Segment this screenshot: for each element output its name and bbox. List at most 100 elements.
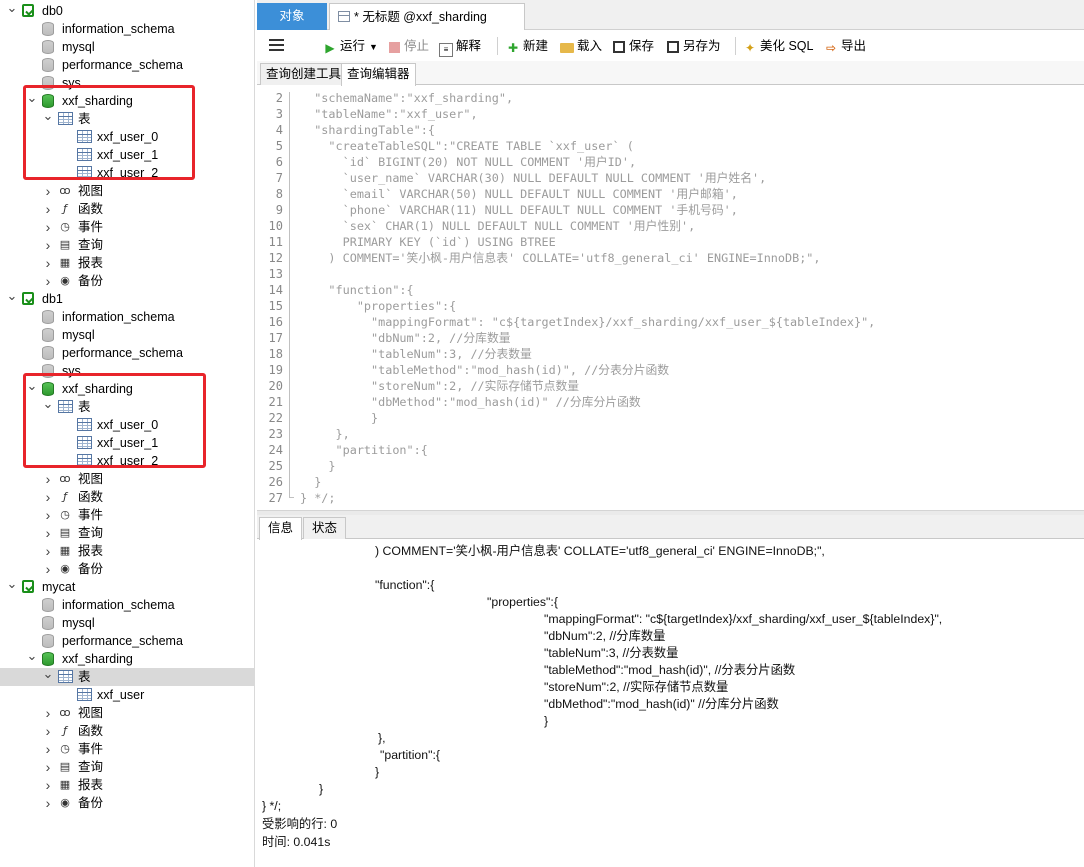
database-mysql[interactable]: mysql <box>0 326 254 344</box>
group-item-label: 查询 <box>78 526 104 540</box>
connection-db0[interactable]: ⌄ db0 <box>0 1 254 20</box>
sql-editor[interactable]: 2 "schemaName":"xxf_sharding", 3 "tableNa… <box>257 86 1084 510</box>
chevron-right-icon[interactable]: › <box>42 560 54 578</box>
database-information_schema[interactable]: information_schema <box>0 20 254 38</box>
chevron-right-icon[interactable]: › <box>42 704 54 722</box>
group-item-label: 备份 <box>78 562 104 576</box>
chevron-right-icon[interactable]: › <box>42 470 54 488</box>
chevron-right-icon[interactable]: › <box>42 524 54 542</box>
group-item[interactable]: › ꝏ 视图 <box>0 470 254 488</box>
chevron-right-icon[interactable]: › <box>42 506 54 524</box>
tab-status[interactable]: 状态 <box>303 517 347 539</box>
code-line: "function":{ <box>300 283 414 297</box>
group-item[interactable]: › ▤ 查询 <box>0 524 254 542</box>
connection-mycat[interactable]: ⌄ mycat <box>0 577 254 596</box>
group-item[interactable]: › ꝏ 视图 <box>0 704 254 722</box>
navigation-tree[interactable]: ⌄ db0 information_schema mysql performance_s… <box>0 0 255 867</box>
run-dropdown-icon[interactable]: ▼ <box>369 42 378 52</box>
connection-db1[interactable]: ⌄ db1 <box>0 289 254 308</box>
chevron-right-icon[interactable]: › <box>42 758 54 776</box>
group-item[interactable]: › ▤ 查询 <box>0 758 254 776</box>
chevron-right-icon[interactable]: › <box>42 254 54 272</box>
group-item[interactable]: › ƒ 函数 <box>0 200 254 218</box>
group-item[interactable]: › ▦ 报表 <box>0 542 254 560</box>
explain-button[interactable]: ≡ 解释 <box>439 37 481 57</box>
tab-objects[interactable]: 对象 <box>257 3 327 30</box>
database-mysql[interactable]: mysql <box>0 38 254 56</box>
chevron-down-icon[interactable]: ⌄ <box>42 667 54 686</box>
run-button[interactable]: ▶ 运行 ▼ <box>323 37 378 55</box>
chevron-right-icon[interactable]: › <box>42 722 54 740</box>
info-line: }, <box>378 731 386 745</box>
run-label: 运行 <box>340 39 366 53</box>
group-item[interactable]: › ▤ 查询 <box>0 236 254 254</box>
chevron-right-icon[interactable]: › <box>42 740 54 758</box>
database-mysql[interactable]: mysql <box>0 614 254 632</box>
function-icon: ƒ <box>63 202 67 215</box>
database-performance_schema[interactable]: performance_schema <box>0 56 254 74</box>
group-item[interactable]: › ◉ 备份 <box>0 272 254 290</box>
info-line: 受影响的行: 0 <box>262 817 338 831</box>
info-output: ) COMMENT='笑小枫-用户信息表' COLLATE='utf8_gene… <box>257 540 1084 867</box>
chevron-down-icon[interactable]: ⌄ <box>6 289 18 308</box>
glasses-icon: ꝏ <box>59 184 71 197</box>
group-item[interactable]: › ▦ 报表 <box>0 254 254 272</box>
group-item[interactable]: › ▦ 报表 <box>0 776 254 794</box>
group-item[interactable]: › ꝏ 视图 <box>0 182 254 200</box>
connection-icon <box>22 580 34 593</box>
chevron-right-icon[interactable]: › <box>42 236 54 254</box>
chevron-down-icon[interactable]: ⌄ <box>26 649 38 668</box>
load-button[interactable]: 载入 <box>560 37 602 55</box>
info-line: } <box>375 765 380 779</box>
query-icon: ▤ <box>59 760 71 773</box>
database-xxf-sharding[interactable]: ⌄ xxf_sharding <box>0 649 254 668</box>
chevron-down-icon[interactable]: ⌄ <box>6 1 18 20</box>
tab-query-builder[interactable]: 查询创建工具 <box>260 63 348 85</box>
tab-query-editor[interactable]: 查询编辑器 <box>341 63 416 86</box>
group-item[interactable]: › ƒ 函数 <box>0 488 254 506</box>
database-performance_schema[interactable]: performance_schema <box>0 344 254 362</box>
chevron-right-icon[interactable]: › <box>42 542 54 560</box>
query-icon: ▤ <box>59 526 71 539</box>
stop-button[interactable]: 停止 <box>387 37 429 55</box>
chevron-right-icon[interactable]: › <box>42 776 54 794</box>
group-item[interactable]: › ◷ 事件 <box>0 506 254 524</box>
save-button[interactable]: 保存 <box>612 37 654 55</box>
code-line: "properties":{ <box>300 299 457 313</box>
tables-folder[interactable]: ⌄ 表 <box>0 667 254 686</box>
line-number: 25 <box>268 459 283 473</box>
chevron-down-icon[interactable]: ⌄ <box>6 577 18 596</box>
new-button[interactable]: ✚ 新建 <box>506 37 548 55</box>
table-xxf-user[interactable]: xxf_user <box>0 686 254 704</box>
database-information_schema[interactable]: information_schema <box>0 308 254 326</box>
beautify-sql-button[interactable]: ✦ 美化 SQL <box>743 37 814 55</box>
group-item[interactable]: › ƒ 函数 <box>0 722 254 740</box>
chevron-right-icon[interactable]: › <box>42 200 54 218</box>
database-information_schema[interactable]: information_schema <box>0 596 254 614</box>
group-item[interactable]: › ◉ 备份 <box>0 794 254 812</box>
save-as-button[interactable]: 另存为 <box>666 37 721 55</box>
group-item[interactable]: › ◷ 事件 <box>0 740 254 758</box>
database-icon <box>42 58 54 72</box>
group-item-label: 备份 <box>78 274 104 288</box>
chevron-right-icon[interactable]: › <box>42 218 54 236</box>
chevron-right-icon[interactable]: › <box>42 182 54 200</box>
code-line: `email` VARCHAR(50) NULL DEFAULT NULL CO… <box>300 187 738 201</box>
tab-info[interactable]: 信息 <box>259 517 303 540</box>
group-item[interactable]: › ◷ 事件 <box>0 218 254 236</box>
menu-icon[interactable] <box>269 39 284 51</box>
info-line: } <box>319 782 324 796</box>
chevron-right-icon[interactable]: › <box>42 794 54 812</box>
database-performance_schema[interactable]: performance_schema <box>0 632 254 650</box>
connection-icon <box>22 292 34 305</box>
code-line: "shardingTable":{ <box>300 123 435 137</box>
tab-query-untitled[interactable]: * 无标题 @xxf_sharding (my... <box>329 3 525 50</box>
line-number: 16 <box>268 315 283 329</box>
chevron-right-icon[interactable]: › <box>42 488 54 506</box>
chevron-right-icon[interactable]: › <box>42 272 54 290</box>
export-button[interactable]: ⇨ 导出 <box>824 37 866 55</box>
group-item[interactable]: › ◉ 备份 <box>0 560 254 578</box>
document-tab-bar: 对象 * 无标题 @xxf_sharding (my... <box>257 0 1084 50</box>
code-line: "schemaName":"xxf_sharding", <box>300 91 514 105</box>
code-line: `sex` CHAR(1) NULL DEFAULT NULL COMMENT … <box>300 219 696 233</box>
